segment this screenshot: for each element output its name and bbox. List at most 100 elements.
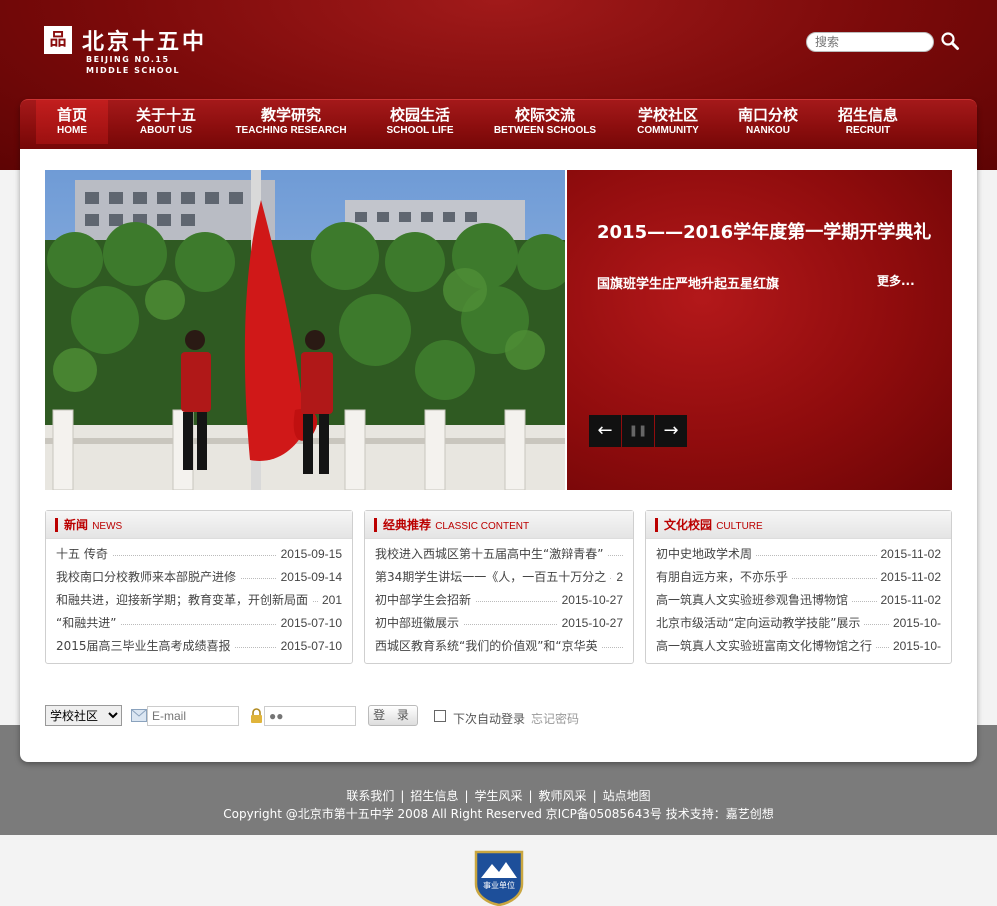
- nav-label-en: HOME: [57, 125, 87, 136]
- banner-photo[interactable]: [45, 170, 565, 490]
- item-date: 2: [612, 566, 623, 589]
- footer-separator: |: [400, 789, 405, 803]
- item-date: 2015-10-27: [557, 589, 623, 612]
- main-nav: 首页 HOME 关于十五 ABOUT US 教学研究 TEACHING RESE…: [20, 99, 977, 149]
- banner-subtitle[interactable]: 国旗班学生庄严地升起五星红旗: [597, 273, 779, 292]
- nav-item-teaching[interactable]: 教学研究 TEACHING RESEARCH: [230, 100, 352, 144]
- list-item[interactable]: 初中部班徽展示 2015-10-27: [375, 612, 623, 635]
- nav-label-en: NANKOU: [746, 125, 790, 136]
- footer-link-contact[interactable]: 联系我们: [346, 789, 394, 803]
- culture-box-header: 文化校园 CULTURE: [646, 511, 951, 539]
- login-button[interactable]: 登 录: [368, 705, 418, 726]
- nav-item-school-life[interactable]: 校园生活 SCHOOL LIFE: [378, 100, 462, 144]
- copyright-text: Copyright @北京市第十五中学 2008 All Right Reser…: [223, 807, 774, 821]
- list-item[interactable]: 我校南口分校教师来本部脱产进修 2015-09-14: [56, 566, 342, 589]
- list-item[interactable]: 高一筑真人文实验班参观鲁迅博物馆 2015-11-02: [656, 589, 941, 612]
- public-institution-badge-icon[interactable]: 事业单位: [472, 848, 526, 906]
- prev-arrow-icon[interactable]: ←: [589, 415, 621, 447]
- culture-box: 文化校园 CULTURE 初中史地政学术周 2015-11-02 有朋自远方来，不…: [645, 510, 952, 664]
- footer-link-students[interactable]: 学生风采: [474, 789, 522, 803]
- box-title-en: CLASSIC CONTENT: [435, 521, 530, 532]
- nav-item-home[interactable]: 首页 HOME: [36, 100, 108, 144]
- footer-link-recruit[interactable]: 招生信息: [410, 789, 458, 803]
- forgot-password-link[interactable]: 忘记密码: [531, 710, 579, 727]
- banner-title[interactable]: 2015——2016学年度第一学期开学典礼: [597, 218, 931, 244]
- search-input[interactable]: [806, 32, 934, 52]
- news-list: 十五 传奇 2015-09-15 我校南口分校教师来本部脱产进修 2015-09-1…: [46, 539, 352, 658]
- item-date: 2015-09-14: [276, 566, 342, 589]
- nav-label-en: BETWEEN SCHOOLS: [493, 125, 597, 136]
- item-date: 2015-11-02: [876, 589, 941, 612]
- footer-link-teachers[interactable]: 教师风采: [539, 789, 587, 803]
- item-date: 2015-10-: [888, 612, 941, 635]
- item-title: 初中部班徽展示: [375, 616, 464, 630]
- logo-english-line1: BEIJING NO.15: [86, 55, 170, 64]
- flag-raising-photo: [45, 170, 565, 490]
- community-select[interactable]: 学校社区: [45, 705, 122, 726]
- item-title: 我校南口分校教师来本部脱产进修: [56, 570, 241, 584]
- culture-box-title[interactable]: 文化校园 CULTURE: [664, 518, 763, 534]
- item-title: 西城区教育系统“我们的价值观”和“京华英: [375, 639, 602, 653]
- list-item[interactable]: 2015届高三毕业生高考成绩喜报 2015-07-10: [56, 635, 342, 658]
- banner-more-link[interactable]: 更多...: [877, 272, 915, 289]
- item-title: 我校进入西城区第十五届高中生“激辩青春”: [375, 547, 608, 561]
- footer-links: 联系我们 | 招生信息 | 学生风采 | 教师风采 | 站点地图: [0, 787, 997, 804]
- search-icon[interactable]: [940, 31, 960, 51]
- badge-text: 事业单位: [483, 880, 515, 890]
- nav-label-en: ABOUT US: [139, 125, 193, 136]
- nav-item-about[interactable]: 关于十五 ABOUT US: [126, 100, 206, 144]
- news-box-title[interactable]: 新闻 NEWS: [64, 518, 122, 534]
- list-item[interactable]: 西城区教育系统“我们的价值观”和“京华英: [375, 635, 623, 658]
- email-icon: [131, 709, 147, 722]
- box-title-cn: 新闻: [64, 518, 89, 532]
- list-item[interactable]: 十五 传奇 2015-09-15: [56, 543, 342, 566]
- nav-label-en: COMMUNITY: [637, 125, 699, 136]
- list-item[interactable]: 高一筑真人文实验班富南文化博物馆之行 2015-10-: [656, 635, 941, 658]
- nav-label-cn: 关于十五: [135, 106, 196, 124]
- list-item[interactable]: 有朋自远方来，不亦乐乎 2015-11-02: [656, 566, 941, 589]
- nav-label-en: SCHOOL LIFE: [386, 125, 454, 136]
- list-item[interactable]: “和融共进” 2015-07-10: [56, 612, 342, 635]
- email-field[interactable]: [147, 706, 239, 726]
- item-title: 初中部学生会招新: [375, 593, 476, 607]
- logo-emblem-icon: 品: [44, 26, 72, 54]
- password-field[interactable]: [264, 706, 356, 726]
- list-item[interactable]: 和融共进，迎接新学期；教育变革，开创新局面 201: [56, 589, 342, 612]
- item-title: 高一筑真人文实验班富南文化博物馆之行: [656, 639, 877, 653]
- footer-link-sitemap[interactable]: 站点地图: [603, 789, 651, 803]
- nav-item-recruit[interactable]: 招生信息 RECRUIT: [830, 100, 906, 144]
- item-date: 2015-10-: [888, 635, 941, 658]
- nav-item-nankou[interactable]: 南口分校 NANKOU: [730, 100, 806, 144]
- next-arrow-icon[interactable]: →: [655, 415, 687, 447]
- item-date: 201: [317, 589, 342, 612]
- item-title: 第34期学生讲坛一一《人，一百五十万分之: [375, 570, 611, 584]
- logo-chinese-name: 北京十五中: [82, 29, 208, 55]
- remember-checkbox[interactable]: [434, 710, 446, 722]
- classic-box-title[interactable]: 经典推荐 CLASSIC CONTENT: [383, 518, 529, 534]
- remember-label: 下次自动登录: [453, 712, 526, 726]
- list-item[interactable]: 我校进入西城区第十五届高中生“激辩青春”: [375, 543, 623, 566]
- news-box: 新闻 NEWS 十五 传奇 2015-09-15 我校南口分校教师来本部脱产进修 2…: [45, 510, 353, 664]
- item-date: 2015-09-15: [276, 543, 342, 566]
- nav-label-cn: 南口分校: [737, 106, 798, 124]
- box-title-cn: 文化校园: [664, 518, 713, 532]
- list-item[interactable]: 初中部学生会招新 2015-10-27: [375, 589, 623, 612]
- box-title-cn: 经典推荐: [383, 518, 432, 532]
- section-marker: [55, 518, 58, 532]
- item-title: 北京市级活动“定向运动教学技能”展示: [656, 616, 865, 630]
- item-title: “和融共进”: [56, 616, 121, 630]
- nav-item-community[interactable]: 学校社区 COMMUNITY: [626, 100, 710, 144]
- nav-label-en: RECRUIT: [845, 125, 891, 136]
- item-title: 2015届高三毕业生高考成绩喜报: [56, 639, 235, 653]
- item-title: 初中史地政学术周: [656, 547, 757, 561]
- pause-icon[interactable]: ❚❚: [622, 415, 654, 447]
- item-title: 十五 传奇: [56, 547, 112, 561]
- item-title: 高一筑真人文实验班参观鲁迅博物馆: [656, 593, 853, 607]
- item-date: 2015-11-02: [876, 566, 941, 589]
- classic-list: 我校进入西城区第十五届高中生“激辩青春” 第34期学生讲坛一一《人，一百五十万分…: [365, 539, 633, 658]
- list-item[interactable]: 第34期学生讲坛一一《人，一百五十万分之 2: [375, 566, 623, 589]
- nav-item-exchange[interactable]: 校际交流 BETWEEN SCHOOLS: [488, 100, 602, 144]
- list-item[interactable]: 初中史地政学术周 2015-11-02: [656, 543, 941, 566]
- classic-box: 经典推荐 CLASSIC CONTENT 我校进入西城区第十五届高中生“激辩青春…: [364, 510, 634, 664]
- list-item[interactable]: 北京市级活动“定向运动教学技能”展示 2015-10-: [656, 612, 941, 635]
